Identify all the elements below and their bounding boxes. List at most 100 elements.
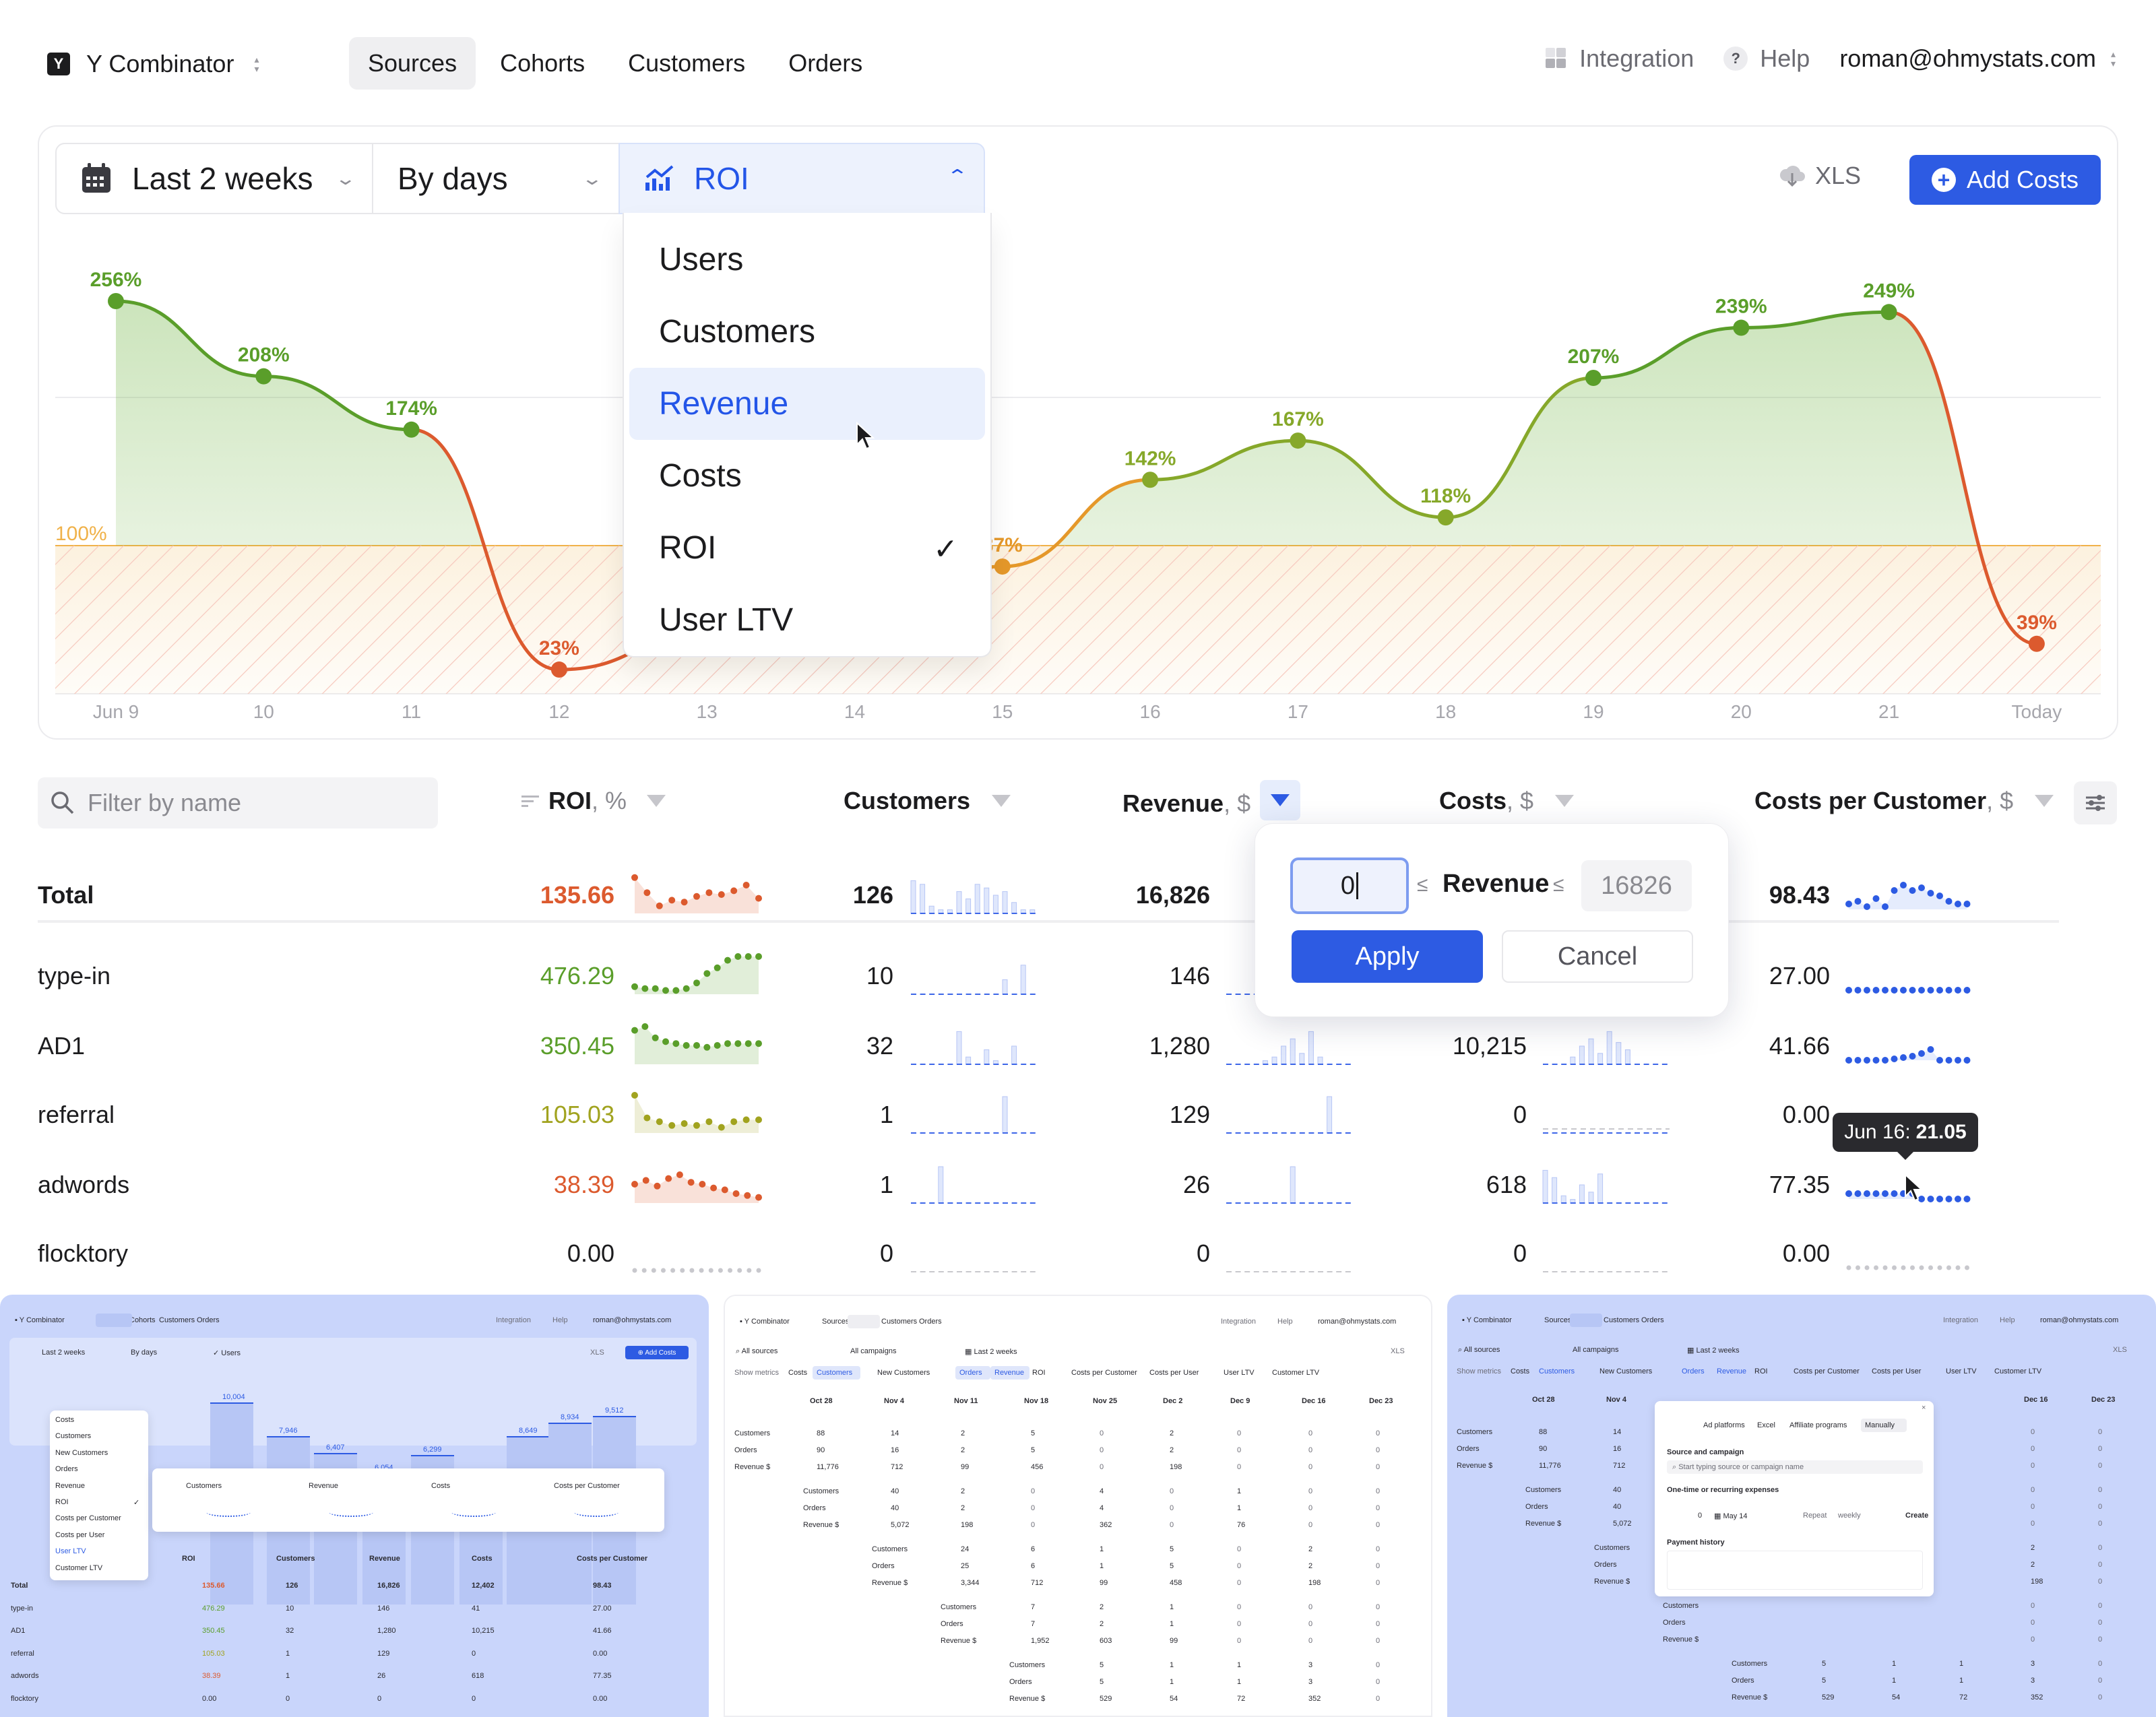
thumbnail-card-spark (329, 1508, 373, 1517)
thumbnail-card-title: Customers (186, 1482, 222, 1490)
thumbnail-tab: Cohorts (129, 1316, 156, 1324)
roi-sparkline-dot (708, 1268, 714, 1273)
cpc-sparkline-dot (1854, 987, 1862, 994)
roi-sparkline-dot (721, 1186, 728, 1194)
roi-sparkline-dot (651, 1268, 656, 1273)
roi-sparkline-dot (683, 1042, 690, 1049)
screenshot-thumbnail-cohorts[interactable]: ▪ Y CombinatorSourcesCohortsCustomersOrd… (724, 1295, 1432, 1717)
thumbnail-cohort-value: 0 (2098, 1693, 2103, 1702)
thumbnail-cohort-value: 0 (1237, 1446, 1242, 1454)
thumbnail-check: ✓ (133, 1499, 140, 1507)
bar-sparkline-bar (1542, 1169, 1548, 1204)
thumbnail-cohort-label: Orders (1525, 1503, 1548, 1511)
thumbnail-cell: 0.00 (202, 1694, 217, 1703)
roi-sparkline-dot (730, 1118, 738, 1126)
thumbnail-modal-tab: Excel (1757, 1421, 1775, 1429)
thumbnail-cell: 0 (286, 1694, 290, 1703)
cpc-sparkline-dot (1900, 882, 1907, 888)
thumbnail-cohort-value: 0 (1237, 1562, 1242, 1570)
thumbnail-cohort-value: 0 (2098, 1520, 2103, 1528)
mouse-cursor-icon (1905, 1173, 1923, 1202)
thumbnail-cell: 146 (377, 1604, 390, 1613)
thumbnail-integration: Integration (1943, 1316, 1978, 1324)
roi-sparkline-dot (744, 953, 752, 960)
thumbnail-date: Nov 11 (954, 1397, 978, 1405)
thumbnail-cohort-value: 5 (1100, 1678, 1104, 1686)
revenue-max-input[interactable]: 16826 (1581, 860, 1692, 911)
thumbnail-cell: 16,826 (377, 1582, 400, 1590)
roi-sparkline-dot (643, 1114, 651, 1122)
thumbnail-card-spark (206, 1508, 251, 1517)
roi-sparkline-dot (631, 1027, 638, 1034)
cpc-sparkline-dot (1891, 987, 1898, 994)
thumbnail-cohort-value: 0 (2098, 1486, 2103, 1494)
thumbnail-cohort-label: Customers (1732, 1660, 1768, 1668)
thumbnail-cohort-value: 0 (2098, 1677, 2103, 1685)
thumbnail-tab: Orders (919, 1318, 942, 1326)
cpc-sparkline-dot (1900, 987, 1907, 994)
thumbnail-cohort-label: Revenue $ (1594, 1578, 1630, 1586)
cpc-sparkline-dot (1918, 1050, 1925, 1057)
thumbnail-cell: 41.66 (593, 1627, 612, 1635)
roi-sparkline-dot (680, 1268, 685, 1273)
screenshot-thumbnail-add-costs[interactable]: ▪ Y CombinatorSourcesCohortsCustomersOrd… (1447, 1295, 2156, 1717)
roi-sparkline-dot (755, 953, 762, 960)
roi-sparkline-dot (714, 1042, 721, 1049)
cpc-sparkline-dot (1864, 1057, 1870, 1064)
roi-sparkline-dot (724, 1040, 731, 1047)
cpc-sparkline-dot (1910, 1265, 1915, 1270)
roi-sparkline-dot (755, 895, 762, 902)
thumbnail-menu-item: Orders (55, 1465, 78, 1474)
thumbnail-filter: ▦ Last 2 weeks (1687, 1347, 1740, 1355)
bar-sparkline-bar (956, 891, 962, 914)
thumbnail-cohort-value: 99 (1100, 1579, 1108, 1587)
thumbnail-bar-label: 9,512 (605, 1406, 624, 1415)
bar-sparkline-bar (1616, 1042, 1622, 1065)
roi-sparkline-dot (693, 979, 700, 987)
bar-sparkline-bar (1624, 1049, 1630, 1065)
screenshot-thumbnail-sources[interactable]: ▪ Y CombinatorSourcesCohortsCustomersOrd… (0, 1295, 709, 1717)
thumbnail-col-header: Customers (276, 1555, 315, 1563)
thumbnail-cell: 0 (472, 1649, 476, 1658)
roi-sparkline-dot (631, 874, 638, 881)
thumbnail-cohort-value: 0 (1376, 1695, 1381, 1703)
cpc-sparkline-dot (1892, 1265, 1897, 1270)
thumbnail-cell: flocktory (11, 1694, 38, 1703)
thumbnail-cohort-value: 1 (1959, 1660, 1964, 1668)
thumbnail-cohort-value: 7 (1031, 1620, 1036, 1628)
cancel-button[interactable]: Cancel (1502, 930, 1693, 983)
thumbnail-cohort-value: 0 (1308, 1487, 1313, 1495)
thumbnail-cohort-value: 0 (1100, 1446, 1104, 1454)
thumbnail-cohort-value: 0 (2031, 1445, 2035, 1453)
thumbnail-cell: 0 (472, 1694, 476, 1703)
bar-sparkline-bar (1011, 1045, 1017, 1065)
thumbnail-bar-label: 8,934 (561, 1413, 579, 1421)
thumbnail-cell: 12,402 (472, 1582, 495, 1590)
bar-sparkline-bar (1002, 1096, 1008, 1134)
cpc-sparkline-dot (1882, 903, 1889, 910)
roi-sparkline-dot (724, 957, 731, 964)
thumbnail-cohort-label: Revenue $ (872, 1579, 908, 1587)
bar-sparkline-bar (1606, 1031, 1612, 1065)
thumbnail-cohort-label: Customers (1457, 1428, 1493, 1436)
thumbnail-filter: All campaigns (850, 1347, 897, 1355)
thumbnail-cohort-value: 352 (1308, 1695, 1321, 1703)
revenue-min-input[interactable]: 0 (1290, 857, 1409, 914)
apply-button[interactable]: Apply (1292, 930, 1483, 983)
thumbnail-cohort-value: 90 (817, 1446, 825, 1454)
thumbnail-cohort-value: 1 (1237, 1678, 1242, 1686)
thumbnail-metric-chip: ROI (1754, 1367, 1768, 1375)
thumbnail-menu-item: Costs per User (55, 1530, 105, 1539)
thumbnail-cohort-value: 0 (2098, 1578, 2103, 1586)
cpc-sparkline-dot (1854, 1190, 1862, 1197)
roi-sparkline-dot (672, 987, 680, 994)
thumbnail-active-tab (96, 1314, 132, 1327)
thumbnail-cohort-value: 362 (1100, 1521, 1112, 1529)
thumbnail-metric-chip: New Customers (877, 1369, 930, 1377)
thumbnail-cohort-value: 0 (1376, 1603, 1381, 1611)
thumbnail-menu-item: Revenue (55, 1481, 86, 1490)
roi-sparkline-dot (714, 964, 721, 971)
thumbnail-cell: 129 (377, 1649, 390, 1658)
thumbnail-cell: 1 (286, 1672, 290, 1680)
cpc-sparkline-dot (1891, 1190, 1898, 1197)
